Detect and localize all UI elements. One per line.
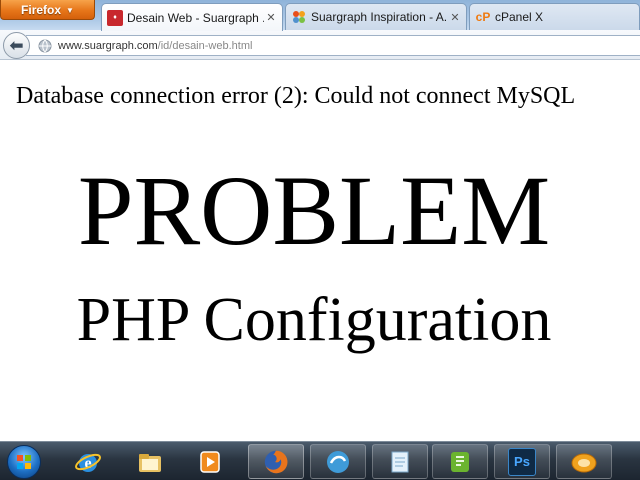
taskbar-internet-explorer[interactable]: e	[60, 444, 116, 479]
tab-strip: Firefox ▼ ♦ Desain Web - Suargraph ... ✕…	[0, 0, 640, 31]
problem-headline: PROBLEM	[77, 155, 551, 266]
url-path: /id/desain-web.html	[157, 39, 253, 52]
tab-desain-web[interactable]: ♦ Desain Web - Suargraph ... ✕	[101, 3, 283, 31]
app-icon	[570, 448, 598, 476]
taskbar-notepad[interactable]	[372, 444, 428, 479]
taskbar-app[interactable]	[556, 444, 612, 479]
internet-explorer-icon: e	[74, 448, 102, 476]
close-icon[interactable]: ✕	[264, 11, 278, 24]
media-player-icon	[196, 448, 224, 476]
suargraph-favicon-icon: ♦	[107, 9, 123, 26]
tab-title: cPanel X	[495, 10, 544, 24]
url-host: www.suargraph.com	[58, 39, 158, 52]
notepad-icon	[386, 448, 414, 476]
tab-title: Suargraph Inspiration - A...	[311, 10, 448, 24]
taskbar-evernote[interactable]	[432, 444, 488, 479]
back-button[interactable]: ⬅	[3, 32, 30, 59]
tab-title: Desain Web - Suargraph ...	[127, 10, 264, 25]
evernote-icon	[446, 448, 474, 476]
messenger-icon	[324, 448, 352, 476]
cpanel-favicon-icon: cP	[475, 10, 491, 24]
database-error-message: Database connection error (2): Could not…	[16, 83, 576, 109]
photoshop-icon: Ps	[508, 447, 536, 476]
navigation-bar: www.suargraph.com/id/desain-web.html ⬅	[0, 30, 640, 60]
firefox-menu-label: Firefox	[21, 2, 62, 17]
taskbar-messenger[interactable]	[310, 444, 366, 479]
taskbar-photoshop[interactable]: Ps	[494, 444, 550, 479]
taskbar-firefox[interactable]	[248, 444, 304, 479]
firefox-menu-button[interactable]: Firefox ▼	[0, 0, 95, 20]
taskbar-media-player[interactable]	[182, 444, 238, 479]
page-content: Database connection error (2): Could not…	[0, 61, 640, 441]
tab-suargraph-inspiration[interactable]: Suargraph Inspiration - A... ✕	[285, 3, 467, 30]
taskbar: e Ps	[0, 441, 640, 480]
back-arrow-icon: ⬅	[9, 35, 24, 56]
chevron-down-icon: ▼	[66, 5, 74, 15]
close-icon[interactable]: ✕	[448, 11, 462, 24]
firefox-icon	[262, 448, 290, 476]
taskbar-windows-explorer[interactable]	[122, 444, 178, 479]
globe-icon	[38, 39, 52, 52]
folder-icon	[136, 448, 164, 476]
address-bar[interactable]: www.suargraph.com/id/desain-web.html	[26, 35, 640, 56]
php-configuration-subheadline: PHP Configuration	[76, 286, 552, 354]
joomla-favicon-icon	[291, 9, 307, 25]
windows-logo-icon	[7, 445, 41, 479]
tab-cpanel[interactable]: cP cPanel X	[469, 3, 640, 30]
start-button[interactable]	[4, 443, 44, 480]
